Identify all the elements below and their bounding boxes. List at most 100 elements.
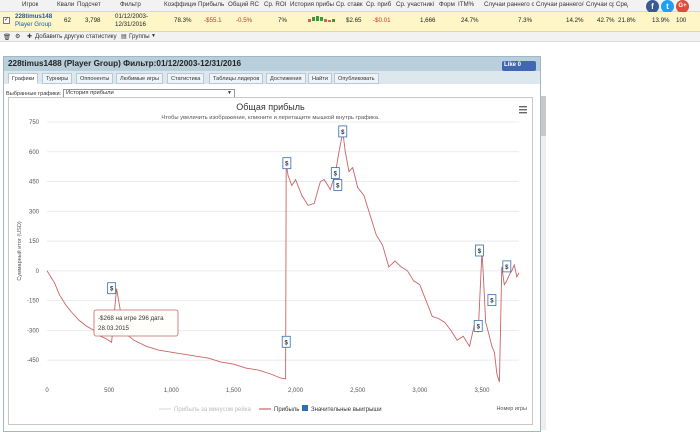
cell-filter: 01/12/2003- 12/31/2016	[115, 13, 149, 28]
chart-menu-icon[interactable]	[519, 106, 527, 108]
y-tick-label: 150	[29, 239, 40, 245]
col-header-form[interactable]: Форм	[439, 1, 455, 8]
tooltip-line-1: -$268 на игре 296 дата	[98, 315, 164, 322]
graph-select-value: История прибыли	[66, 90, 114, 96]
tab-favorite-games[interactable]: Любимые игры	[116, 73, 164, 84]
x-tick-label: 2,500	[350, 388, 366, 394]
x-axis-label: Номер игры	[496, 406, 527, 412]
col-header-profit[interactable]: Прибыль	[198, 1, 224, 8]
x-tick-label: 2,000	[288, 388, 304, 394]
y-tick-label: -450	[27, 358, 40, 364]
groups-dropdown[interactable]: Группы	[129, 33, 150, 40]
delete-icon[interactable]: 🗑	[3, 33, 11, 41]
table-toolbar: 🗑 ⚙ ✚ Добавить другую статистику ▤ Групп…	[0, 32, 700, 42]
add-stats-button[interactable]: Добавить другую статистику	[35, 33, 117, 40]
col-header-coef[interactable]: Коэффициен	[164, 1, 196, 8]
cell-extra2: 100	[676, 17, 687, 24]
cell-avg-stake: $2.65	[346, 17, 362, 24]
dialog-tabs: Графики Турниры Оппоненты Любимые игры С…	[4, 71, 540, 84]
legend-item-big-wins[interactable]: Значительные выигрыши	[311, 407, 382, 413]
profit-history-sparkline	[308, 16, 335, 22]
chart-title: Общая прибыль	[236, 102, 305, 112]
legend-item-rake[interactable]: Прибыль за минусом рейка	[174, 406, 252, 413]
chart-subtitle: Чтобы увеличить изображение, кликните и …	[161, 114, 380, 121]
col-header-avg2[interactable]: Средн	[616, 1, 628, 8]
x-tick-label: 1,500	[226, 388, 242, 394]
like-label: Like 0	[504, 62, 522, 68]
x-tick-label: 1,000	[164, 388, 180, 394]
tab-statistics[interactable]: Статистика	[167, 73, 205, 84]
x-tick-label: 500	[104, 388, 115, 394]
y-tick-label: 600	[29, 150, 40, 156]
col-header-itm[interactable]: ITM%	[458, 1, 474, 8]
cell-itm: 24.7%	[461, 17, 479, 24]
col-header-early2[interactable]: Случаи раннего/сре	[536, 1, 584, 8]
facebook-like-button[interactable]: Like 0	[502, 61, 536, 71]
tab-find[interactable]: Найти	[308, 73, 332, 84]
x-tick-label: 3,500	[474, 388, 490, 394]
cell-early1: 7.3%	[518, 17, 533, 24]
y-tick-label: -150	[27, 299, 40, 305]
chevron-down-icon: ▼	[151, 33, 156, 39]
tab-publish[interactable]: Опубликовать	[334, 73, 379, 84]
profit-chart[interactable]: Общая прибыль Чтобы увеличить изображение…	[9, 98, 532, 424]
col-header-total-rc[interactable]: Общий RC	[228, 1, 260, 8]
col-header-early1[interactable]: Случаи раннего с	[484, 1, 534, 8]
y-tick-label: -300	[27, 328, 40, 334]
row-checkbox[interactable]: ✓	[3, 17, 10, 24]
chart-container[interactable]: Общая прибыль Чтобы увеличить изображение…	[8, 97, 533, 425]
settings-icon[interactable]: ⚙	[15, 33, 21, 40]
col-header-profit-history[interactable]: История прибы	[290, 1, 336, 8]
groups-icon: ▤	[121, 33, 127, 40]
y-axis-label: Суммарный итог (USD)	[16, 221, 23, 280]
tab-leaderboards[interactable]: Таблицы лидеров	[209, 73, 264, 84]
col-header-avg1[interactable]: Случаи ср	[586, 1, 614, 8]
cell-qual: 62	[64, 17, 71, 24]
chart-menu-icon[interactable]	[519, 112, 527, 114]
table-row[interactable]: ✓ 228timus148 Player Group 62 3,798 01/1…	[0, 12, 700, 32]
cell-avg-participants: 1,666	[420, 17, 436, 24]
cell-profit: -$55.1	[204, 17, 222, 24]
chart-tooltip	[93, 309, 179, 337]
cell-count: 3,798	[85, 17, 101, 24]
stats-table-header: Игрок Квали Подсчет Фильтр Коэффициен Пр…	[0, 0, 700, 12]
x-tick-label: 3,000	[412, 388, 428, 394]
cell-avg-profit: -$0.01	[373, 17, 391, 24]
col-header-avg-stake[interactable]: Ср. ставк	[336, 1, 364, 8]
col-header-player[interactable]: Игрок	[22, 1, 38, 8]
col-header-count[interactable]: Подсчет	[77, 1, 101, 8]
cell-total-rc: -0.5%	[236, 17, 253, 24]
cell-extra1: 13.9%	[652, 17, 670, 24]
scrollbar-thumb[interactable]	[541, 96, 546, 136]
dialog-titlebar[interactable]: 228timus1488 (Player Group) Фильтр:01/12…	[4, 57, 540, 71]
tab-tournaments[interactable]: Турниры	[42, 73, 73, 84]
add-stats-icon[interactable]: ✚	[27, 33, 32, 40]
player-group: Player Group	[15, 21, 52, 28]
cell-early2: 14.2%	[566, 17, 584, 24]
cell-avg2: 21.8%	[618, 17, 636, 24]
col-header-avg-profit[interactable]: Ср. приб	[366, 1, 394, 8]
tooltip-line-2: 28.03.2015	[98, 325, 130, 332]
cell-avg1: 42.7%	[597, 17, 615, 24]
y-tick-label: 750	[29, 120, 40, 126]
y-tick-label: 300	[29, 209, 40, 215]
col-header-qual[interactable]: Квали	[57, 1, 74, 8]
cell-coef: 78.3%	[174, 17, 192, 24]
tab-achievements[interactable]: Достижения	[266, 73, 306, 84]
cell-avg-roi: 7%	[278, 17, 287, 24]
col-header-filter[interactable]: Фильтр	[120, 1, 141, 8]
col-header-avg-participants[interactable]: Ср. участникі	[396, 1, 438, 8]
y-tick-label: 450	[29, 180, 40, 186]
player-name[interactable]: 228timus148	[15, 13, 52, 20]
col-header-avg-roi[interactable]: Ср. ROI	[264, 1, 286, 8]
y-tick-label: 0	[36, 269, 40, 275]
legend-item-profit[interactable]: Прибыль	[274, 407, 299, 413]
x-tick-label: 0	[45, 388, 49, 394]
chevron-down-icon: ▼	[227, 90, 232, 96]
tab-opponents[interactable]: Оппоненты	[76, 73, 114, 84]
dialog-scrollbar[interactable]	[541, 96, 546, 430]
legend-swatch-marker	[302, 405, 308, 411]
tab-graphs[interactable]: Графики	[8, 73, 39, 84]
dialog-title: 228timus1488 (Player Group) Фильтр:01/12…	[8, 59, 242, 68]
chart-menu-icon[interactable]	[519, 109, 527, 111]
